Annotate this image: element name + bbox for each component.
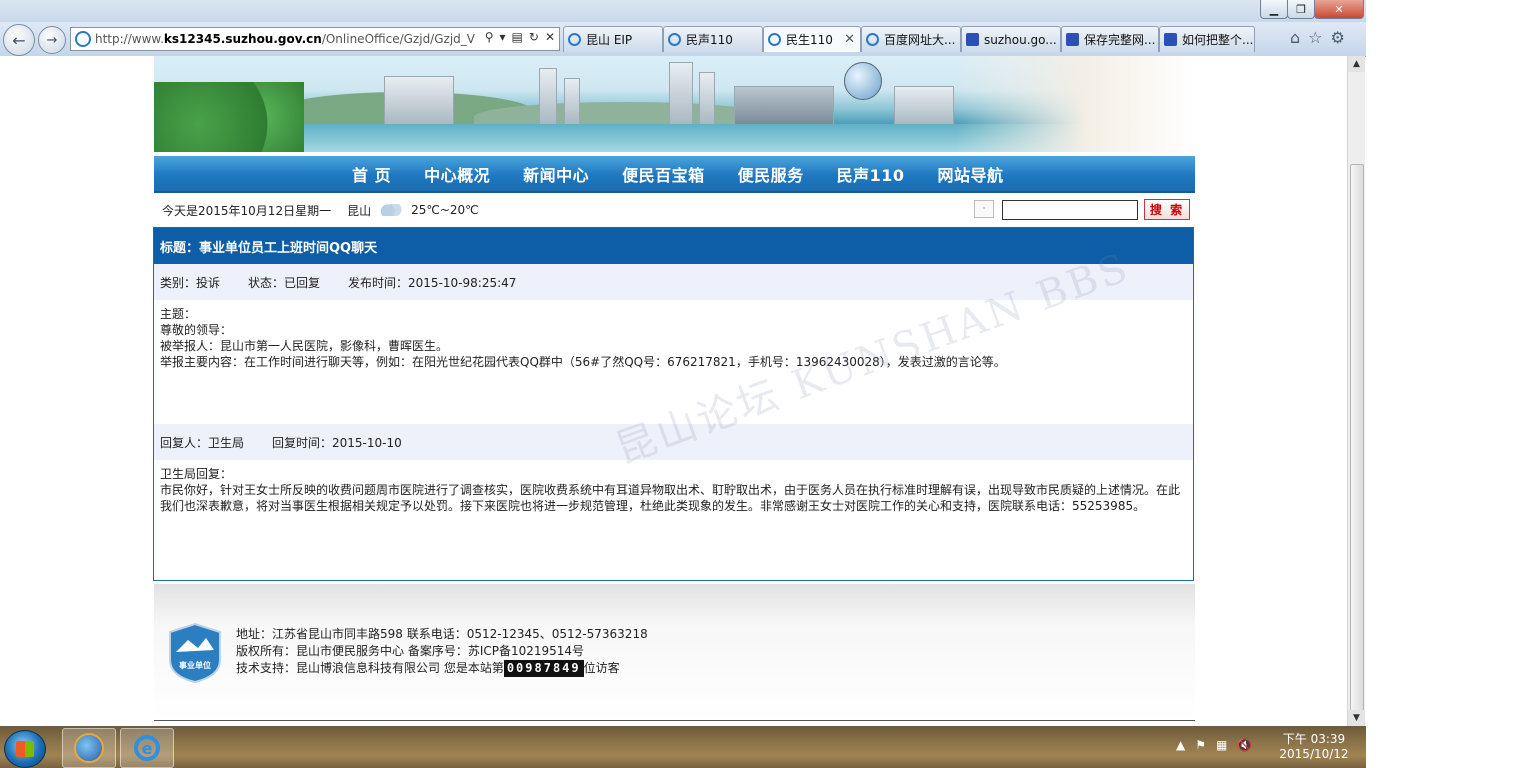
taskbar: e ▲ ⚑ ▦ 🔇 下午 03:39 2015/10/12 [0, 726, 1366, 768]
network-icon[interactable]: ▦ [1216, 738, 1227, 752]
start-button[interactable] [4, 730, 46, 768]
reply-content: 卫生局回复： 市民你好，针对王女士所反映的收费问题周市医院进行了调查核实，医院收… [154, 460, 1193, 514]
gear-icon[interactable]: ⚙ [1331, 28, 1345, 47]
ie-icon [768, 33, 781, 46]
baidu-paw-icon [966, 33, 979, 46]
weather-temp: 25℃~20℃ [411, 203, 479, 217]
nav-sitemap[interactable]: 网站导航 [938, 162, 1004, 186]
system-tray: ▲ ⚑ ▦ 🔇 [1176, 738, 1252, 752]
address-url[interactable]: http://www.ks12345.suzhou.gov.cn/OnlineO… [95, 32, 475, 46]
browser-toolbar: ← → http://www.ks12345.suzhou.gov.cn/Onl… [0, 22, 1366, 57]
close-icon: ✕ [1334, 2, 1344, 16]
article-status: 状态：已回复 [248, 275, 321, 290]
tab-close-icon[interactable]: ✕ [844, 32, 855, 47]
weather-city: 昆山 [347, 203, 372, 218]
ie-icon [668, 33, 681, 46]
tray-expand-icon[interactable]: ▲ [1176, 738, 1185, 752]
outside-area [1366, 0, 1518, 768]
article-category: 类别：投诉 [160, 275, 221, 290]
web-page: 首 页 中心概况 新闻中心 便民百宝箱 便民服务 民声110 网站导航 今天是2… [0, 56, 1347, 726]
taskbar-app-thunderbird[interactable] [62, 728, 116, 768]
tab-minsheng110-active[interactable]: 民生110 ✕ [763, 26, 861, 52]
clock-date: 2015/10/12 [1279, 747, 1349, 761]
nav-about[interactable]: 中心概况 [424, 162, 490, 186]
tab-baidu-hao[interactable]: 百度网址大... [861, 26, 961, 52]
minimize-icon: ▁ [1269, 2, 1279, 16]
article-title: 标题：事业单位员工上班时间QQ聊天 [154, 228, 1193, 264]
footer-copyright: 版权所有：昆山市便民服务中心 备案序号：苏ICP备10219514号 [236, 644, 585, 658]
stop-icon[interactable]: ✕ [545, 30, 555, 44]
scroll-down-arrow-icon[interactable]: ▼ [1348, 710, 1365, 726]
today-date: 今天是2015年10月12日星期一 [162, 203, 332, 218]
restore-icon: ❐ [1296, 2, 1306, 16]
windows-logo-icon [16, 741, 34, 757]
tab-how-to[interactable]: 如何把整个... [1159, 26, 1255, 52]
ie-icon [866, 33, 879, 46]
address-bar[interactable]: http://www.ks12345.suzhou.gov.cn/OnlineO… [70, 27, 560, 51]
info-bar: 今天是2015年10月12日星期一 昆山 25℃~20℃ · 搜 索 [154, 195, 1195, 225]
cloud-icon [381, 204, 404, 216]
ie-icon [568, 33, 581, 46]
browser-right-icons: ⌂ ☆ ⚙ [1290, 28, 1345, 47]
nav-toolbox[interactable]: 便民百宝箱 [622, 162, 705, 186]
flag-icon[interactable]: ⚑ [1195, 738, 1206, 752]
institution-logo-icon: 事业单位 [169, 622, 221, 684]
search-button[interactable]: 搜 索 [1144, 199, 1190, 220]
refresh-icon[interactable]: ↻ [529, 30, 539, 44]
tab-suzhou-gov[interactable]: suzhou.go... [961, 26, 1061, 52]
ie-icon: e [134, 735, 160, 761]
clock-time: 下午 03:39 [1282, 732, 1346, 746]
reply-by: 回复人：卫生局 [160, 435, 245, 450]
scroll-up-arrow-icon[interactable]: ▲ [1348, 56, 1365, 72]
footer-support: 技术支持：昆山博浪信息科技有限公司 您是本站第 00987849 位访客 [236, 660, 620, 677]
report-content: 举报主要内容：在工作时间进行聊天等，例如：在阳光世纪花园代表QQ群中（56#了然… [160, 355, 1006, 369]
minimize-button[interactable]: ▁ [1260, 0, 1288, 19]
vertical-scrollbar[interactable]: ▲ ▼ [1347, 56, 1365, 726]
arrow-left-icon: ← [12, 30, 26, 50]
nav-minsheng110[interactable]: 民声110 [837, 162, 905, 186]
footer-lines: 地址：江苏省昆山市同丰路598 联系电话：0512-12345、0512-573… [236, 626, 648, 677]
home-icon[interactable]: ⌂ [1290, 28, 1300, 47]
back-button[interactable]: ← [3, 24, 35, 56]
search-option-button[interactable]: · [974, 200, 994, 218]
arrow-right-icon: → [46, 32, 58, 48]
forward-button[interactable]: → [38, 26, 66, 54]
visitor-counter: 00987849 [503, 660, 584, 677]
taskbar-clock[interactable]: 下午 03:39 2015/10/12 [1274, 732, 1354, 762]
compatibility-view-icon[interactable]: ▤ [512, 30, 523, 44]
browser-window: ▁ ❐ ✕ ← → http://www.ks12345.suzhou.gov.… [0, 0, 1366, 768]
nav-home[interactable]: 首 页 [352, 162, 391, 186]
mail-client-icon [74, 733, 104, 763]
tab-kunshan-eip[interactable]: 昆山 EIP [563, 26, 663, 52]
logo-text: 事业单位 [179, 660, 211, 670]
reply-text: 市民你好，针对王女士所反映的收费问题周市医院进行了调查核实，医院收费系统中有耳道… [160, 483, 1181, 513]
favorites-star-icon[interactable]: ☆ [1308, 28, 1322, 47]
scrollbar-thumb[interactable] [1350, 164, 1364, 712]
reply-time: 回复时间：2015-10-10 [272, 435, 402, 450]
site-search-input[interactable] [1002, 200, 1138, 220]
main-nav: 首 页 中心概况 新闻中心 便民百宝箱 便民服务 民声110 网站导航 [154, 156, 1195, 193]
footer-address: 地址：江苏省昆山市同丰路598 联系电话：0512-12345、0512-573… [236, 627, 648, 641]
site-banner [154, 56, 1195, 152]
tab-minsheng110-a[interactable]: 民声110 [663, 26, 763, 52]
taskbar-app-ie[interactable]: e [120, 728, 174, 768]
address-tools: ⚲ ▾ ▤ ↻ ✕ [485, 30, 555, 44]
maximize-button[interactable]: ❐ [1287, 0, 1315, 19]
reply-label: 卫生局回复： [160, 467, 233, 481]
ie-page-icon [75, 31, 91, 47]
site-footer: 事业单位 地址：江苏省昆山市同丰路598 联系电话：0512-12345、051… [154, 584, 1195, 721]
nav-news[interactable]: 新闻中心 [523, 162, 589, 186]
volume-muted-icon[interactable]: 🔇 [1237, 738, 1252, 752]
title-bar: ▁ ❐ ✕ [0, 0, 1366, 22]
tab-save-page[interactable]: 保存完整网... [1061, 26, 1159, 52]
nav-services[interactable]: 便民服务 [738, 162, 804, 186]
baidu-paw-icon [1066, 33, 1079, 46]
baidu-paw-icon [1164, 33, 1177, 46]
dropdown-icon[interactable]: ▾ [500, 30, 506, 44]
close-window-button[interactable]: ✕ [1314, 0, 1364, 19]
article-published: 发布时间：2015-10-98:25:47 [348, 275, 517, 290]
reported-person: 被举报人：昆山市第一人民医院，影像科，曹晖医生。 [160, 339, 449, 353]
search-icon[interactable]: ⚲ [485, 30, 494, 44]
